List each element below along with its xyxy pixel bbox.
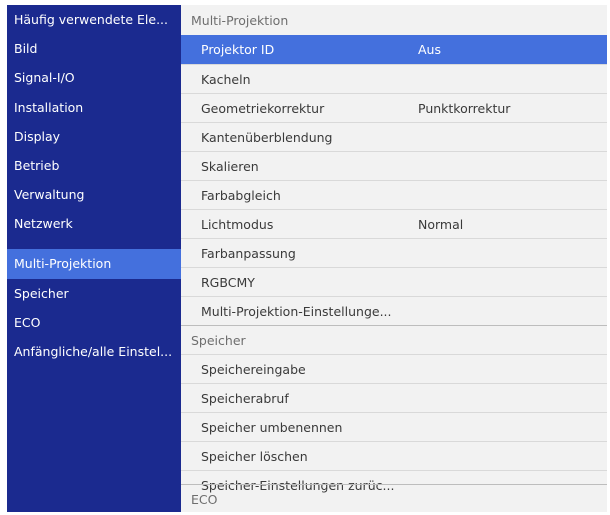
- setting-row-lichtmodus[interactable]: Lichtmodus Normal: [181, 209, 607, 238]
- setting-row-skalieren[interactable]: Skalieren: [181, 151, 607, 180]
- setting-label: Farbanpassung: [201, 246, 296, 261]
- group-header-multi-projektion: Multi-Projektion: [191, 13, 289, 28]
- setting-row-multi-projektion-einstellungen[interactable]: Multi-Projektion-Einstellunge...: [181, 296, 607, 325]
- setting-row-projektor-id[interactable]: Projektor ID Aus: [181, 35, 607, 64]
- settings-list-panel: Multi-Projektion Projektor ID Aus Kachel…: [181, 5, 607, 512]
- setting-label: Multi-Projektion-Einstellunge...: [201, 304, 392, 319]
- setting-row-speichereingabe[interactable]: Speichereingabe: [181, 354, 607, 383]
- setting-label: Projektor ID: [201, 42, 275, 57]
- setting-value: Normal: [418, 217, 464, 232]
- setting-row-speicher-loeschen[interactable]: Speicher löschen: [181, 441, 607, 470]
- sidebar-item-anfaengliche-alle-einstellungen[interactable]: Anfängliche/alle Einstel...: [7, 337, 181, 367]
- group-header-speicher: Speicher: [191, 333, 246, 348]
- setting-label: Speicher umbenennen: [201, 420, 343, 435]
- setting-label: Speicherabruf: [201, 391, 289, 406]
- sidebar-item-speicher[interactable]: Speicher: [7, 279, 181, 309]
- setting-row-kantenueberblendung[interactable]: Kantenüberblendung: [181, 122, 607, 151]
- sidebar-item-signal-io[interactable]: Signal-I/O: [7, 63, 181, 93]
- setting-label: Kacheln: [201, 72, 251, 87]
- sidebar-item-verwaltung[interactable]: Verwaltung: [7, 180, 181, 210]
- setting-label: Speichereingabe: [201, 362, 306, 377]
- setting-value: Aus: [418, 42, 441, 57]
- setting-row-kacheln[interactable]: Kacheln: [181, 64, 607, 93]
- setting-label: Speicher löschen: [201, 449, 308, 464]
- sidebar-item-installation[interactable]: Installation: [7, 93, 181, 123]
- setting-value: Punktkorrektur: [418, 101, 511, 116]
- setting-label: Kantenüberblendung: [201, 130, 333, 145]
- sidebar-item-betrieb[interactable]: Betrieb: [7, 151, 181, 181]
- setting-row-geometriekorrektur[interactable]: Geometriekorrektur Punktkorrektur: [181, 93, 607, 122]
- setting-row-farbanpassung[interactable]: Farbanpassung: [181, 238, 607, 267]
- sidebar-item-eco[interactable]: ECO: [7, 308, 181, 338]
- category-sidebar: Häufig verwendete Ele... Bild Signal-I/O…: [7, 5, 181, 512]
- setting-row-rgbcmy[interactable]: RGBCMY: [181, 267, 607, 296]
- sidebar-item-display[interactable]: Display: [7, 122, 181, 152]
- setting-label: Lichtmodus: [201, 217, 274, 232]
- setting-row-farbabgleich[interactable]: Farbabgleich: [181, 180, 607, 209]
- setting-row-speicherabruf[interactable]: Speicherabruf: [181, 383, 607, 412]
- setting-label: Geometriekorrektur: [201, 101, 325, 116]
- sidebar-item-haeufig-verwendete[interactable]: Häufig verwendete Ele...: [7, 5, 181, 35]
- setting-row-speicher-umbenennen[interactable]: Speicher umbenennen: [181, 412, 607, 441]
- setting-label: RGBCMY: [201, 275, 255, 290]
- group-header-eco: ECO: [191, 492, 218, 507]
- setting-label: Farbabgleich: [201, 188, 281, 203]
- sidebar-item-bild[interactable]: Bild: [7, 34, 181, 64]
- projector-menu-screen: Häufig verwendete Ele... Bild Signal-I/O…: [7, 5, 607, 512]
- setting-label: Skalieren: [201, 159, 259, 174]
- sidebar-item-multi-projektion[interactable]: Multi-Projektion: [7, 249, 181, 279]
- sidebar-item-netzwerk[interactable]: Netzwerk: [7, 209, 181, 239]
